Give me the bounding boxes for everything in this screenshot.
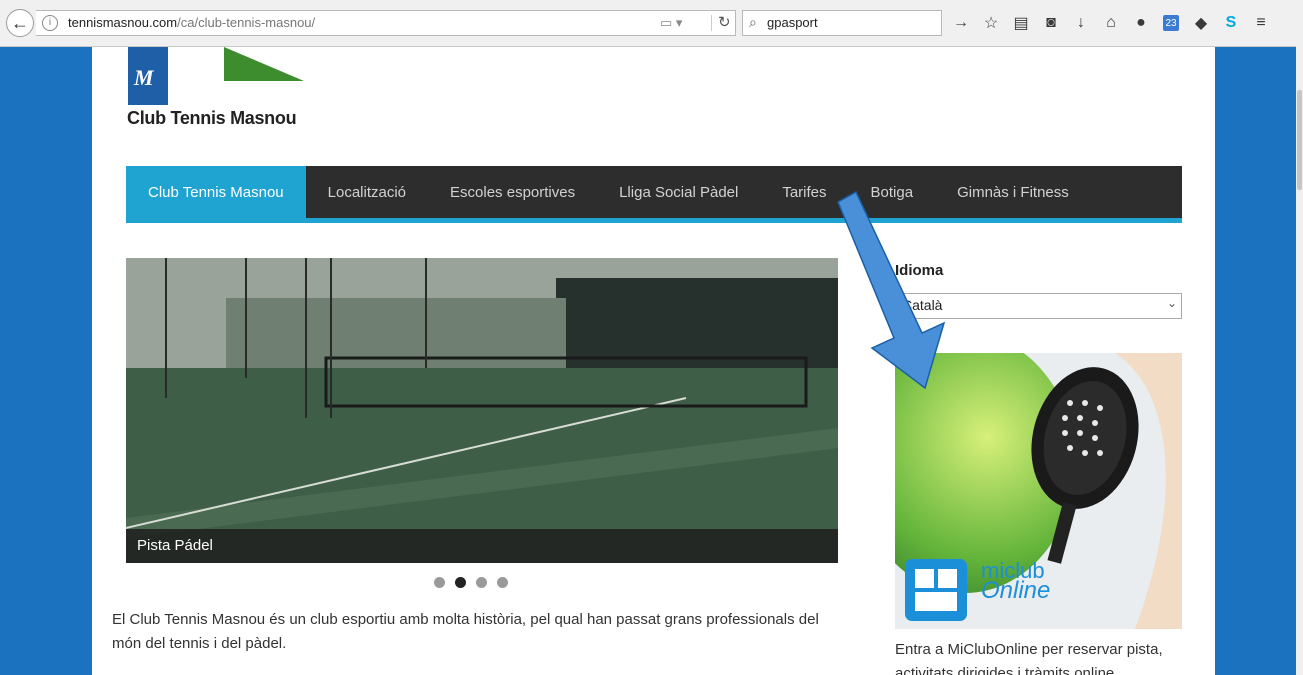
reading-list-icon[interactable]: ▤ (1006, 10, 1036, 36)
nav-item-lliga[interactable]: Lliga Social Pàdel (597, 166, 760, 218)
logo-blue-block: M (128, 47, 168, 105)
padel-court-photo (126, 258, 838, 563)
site-logo[interactable]: M (128, 47, 308, 107)
nav-item-gimnas[interactable]: Gimnàs i Fitness (935, 166, 1091, 218)
nav-item-club[interactable]: Club Tennis Masnou (126, 166, 306, 218)
language-widget-title: Idioma (895, 262, 944, 279)
search-input[interactable]: gpasport (767, 15, 818, 30)
back-arrow-icon[interactable]: ← (6, 9, 34, 37)
url-text[interactable]: tennismasnou.com/ca/club-tennis-masnou/ (68, 15, 315, 30)
slider-dot[interactable] (476, 577, 487, 588)
search-icon: ⌕ (749, 14, 757, 30)
reload-icon[interactable]: ↻ (718, 13, 731, 31)
site-title[interactable]: Club Tennis Masnou (127, 108, 297, 129)
search-go-icon[interactable]: → (946, 10, 976, 36)
slider-dot[interactable] (497, 577, 508, 588)
nav-item-localitzacio[interactable]: Localització (306, 166, 428, 218)
calendar-icon[interactable]: 23 (1163, 15, 1179, 31)
nav-item-escoles[interactable]: Escoles esportives (428, 166, 597, 218)
intro-paragraph: El Club Tennis Masnou és un club esporti… (112, 611, 819, 652)
sync-icon[interactable]: ◆ (1186, 10, 1216, 36)
nav-item-tarifes[interactable]: Tarifes (760, 166, 848, 218)
miclub-promo-banner[interactable]: miclub Online (895, 353, 1182, 629)
main-navigation: Club Tennis Masnou Localització Escoles … (126, 166, 1182, 223)
logo-letter: M (134, 65, 154, 90)
menu-icon[interactable]: ≡ (1246, 10, 1276, 36)
slider-dot-active[interactable] (455, 577, 466, 588)
chevron-down-icon: ⌄ (1166, 296, 1177, 310)
promo-description: Entra a MiClubOnline per reservar pista,… (895, 641, 1163, 675)
scrollbar-thumb[interactable] (1297, 90, 1302, 190)
language-select[interactable]: Català ⌄ (895, 293, 1182, 319)
home-icon[interactable]: ⌂ (1096, 10, 1126, 36)
page-content: M Club Tennis Masnou Club Tennis Masnou … (92, 47, 1215, 675)
download-icon[interactable]: ↓ (1066, 10, 1096, 36)
address-bar[interactable]: i tennismasnou.com/ca/club-tennis-masnou… (36, 10, 736, 36)
reader-view-icon[interactable]: ▭ ▾ (660, 15, 682, 31)
logo-green-shape (224, 47, 304, 81)
url-path: /ca/club-tennis-masnou/ (177, 15, 316, 30)
pocket-icon[interactable]: ◙ (1036, 10, 1066, 36)
image-slider[interactable]: Pista Pádel (126, 258, 838, 563)
miclub-brand-online: Online (981, 577, 1051, 604)
chat-icon[interactable]: ● (1126, 10, 1156, 36)
language-selected-value: Català (902, 297, 943, 313)
browser-toolbar: ← i tennismasnou.com/ca/club-tennis-masn… (0, 0, 1303, 47)
nav-item-botiga[interactable]: Botiga (849, 166, 936, 218)
urlbar-separator (711, 15, 712, 31)
site-info-icon[interactable]: i (42, 15, 58, 31)
slider-dots (434, 577, 508, 588)
miclub-logo-icon (905, 559, 967, 621)
slider-dot[interactable] (434, 577, 445, 588)
slide-caption: Pista Pádel (126, 529, 838, 563)
skype-icon[interactable]: S (1216, 10, 1246, 36)
toolbar-icons: → ☆ ▤ ◙ ↓ ⌂ ● 23 ◆ S ≡ (946, 10, 1276, 36)
url-domain: tennismasnou.com (68, 15, 178, 30)
miclub-logo-text: miclub Online (981, 560, 1051, 604)
search-bar[interactable]: ⌕ gpasport (742, 10, 942, 36)
bookmark-star-icon[interactable]: ☆ (976, 10, 1006, 36)
